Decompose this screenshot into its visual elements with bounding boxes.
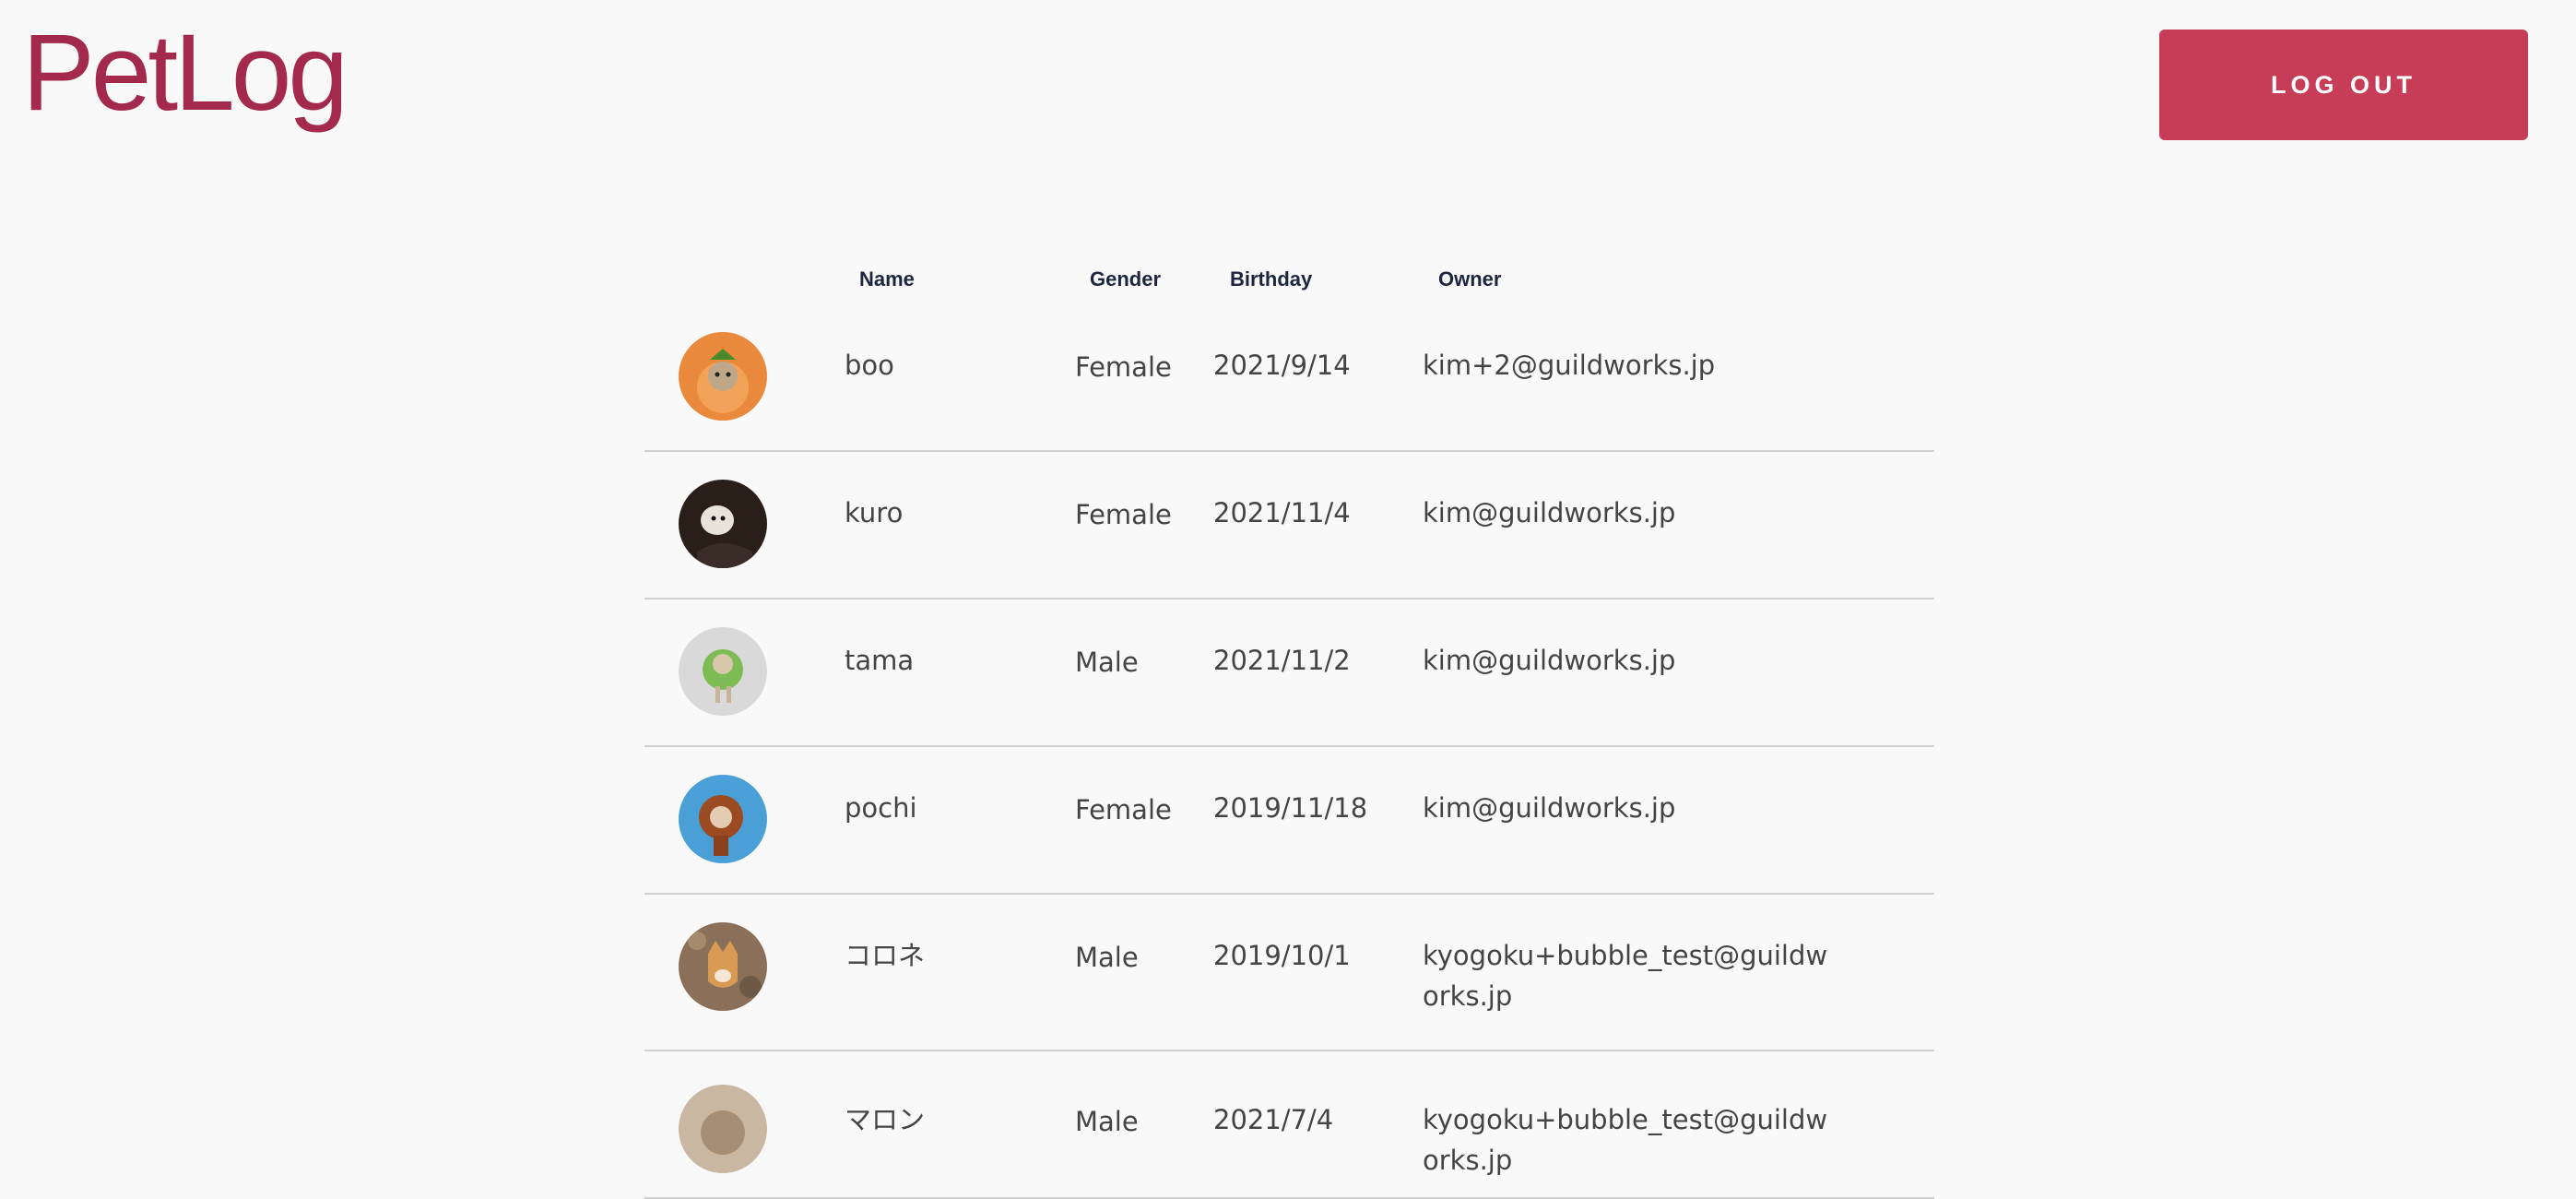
pet-gender: Female	[1075, 499, 1172, 530]
pet-gender: Male	[1075, 942, 1139, 973]
pet-name: boo	[845, 350, 894, 381]
pet-birthday: 2021/7/4	[1213, 1104, 1334, 1135]
header-birthday: Birthday	[1230, 267, 1313, 291]
pet-gender: Male	[1075, 647, 1139, 678]
pet-name: tama	[845, 645, 915, 676]
pet-avatar	[679, 480, 767, 568]
pet-name: kuro	[845, 497, 904, 528]
table-row[interactable]: kuro Female 2021/11/4 kim@guildworks.jp	[644, 452, 1934, 600]
pet-owner: kim@guildworks.jp	[1423, 792, 1676, 824]
table-header: Name Gender Birthday Owner	[644, 267, 1934, 304]
table-row[interactable]: マロン Male 2021/7/4 kyogoku+bubble_test@gu…	[644, 1051, 1934, 1199]
pet-gender: Male	[1075, 1106, 1139, 1137]
pet-owner: kyogoku+bubble_test@guildworks.jp	[1423, 940, 1828, 1012]
table-row[interactable]: コロネ Male 2019/10/1 kyogoku+bubble_test@g…	[644, 895, 1934, 1051]
pet-avatar	[679, 775, 767, 863]
pet-owner: kyogoku+bubble_test@guildworks.jp	[1423, 1104, 1828, 1176]
pet-owner: kim+2@guildworks.jp	[1423, 350, 1716, 381]
pet-gender: Female	[1075, 794, 1172, 825]
table-row[interactable]: boo Female 2021/9/14 kim+2@guildworks.jp	[644, 304, 1934, 452]
pet-birthday: 2021/11/2	[1213, 645, 1351, 676]
pet-name: マロン	[845, 1104, 926, 1135]
pet-birthday: 2021/11/4	[1213, 497, 1351, 528]
table-row[interactable]: pochi Female 2019/11/18 kim@guildworks.j…	[644, 747, 1934, 895]
pet-birthday: 2019/10/1	[1213, 940, 1351, 971]
pet-birthday: 2019/11/18	[1213, 792, 1368, 824]
pet-avatar	[679, 627, 767, 716]
logout-button[interactable]: LOG OUT	[2159, 30, 2528, 140]
table-row[interactable]: tama Male 2021/11/2 kim@guildworks.jp	[644, 600, 1934, 747]
pet-photo-icon	[679, 1085, 767, 1173]
pet-name: コロネ	[845, 940, 926, 971]
pet-photo-icon	[679, 480, 767, 568]
pet-avatar	[679, 1085, 767, 1173]
pet-photo-icon	[679, 332, 767, 421]
header-name: Name	[859, 267, 915, 291]
app-logo[interactable]: PetLog	[22, 13, 349, 133]
pet-birthday: 2021/9/14	[1213, 350, 1351, 381]
header-owner: Owner	[1438, 267, 1502, 291]
pet-avatar	[679, 922, 767, 1011]
pet-gender: Female	[1075, 351, 1172, 383]
pet-name: pochi	[845, 792, 917, 824]
pets-table: Name Gender Birthday Owner boo Female 20…	[644, 267, 1934, 1199]
pet-photo-icon	[679, 775, 767, 863]
pet-photo-icon	[679, 627, 767, 716]
pet-avatar	[679, 332, 767, 421]
pet-owner: kim@guildworks.jp	[1423, 645, 1676, 676]
header-gender: Gender	[1090, 267, 1162, 291]
pet-photo-icon	[679, 922, 767, 1011]
pet-owner: kim@guildworks.jp	[1423, 497, 1676, 528]
